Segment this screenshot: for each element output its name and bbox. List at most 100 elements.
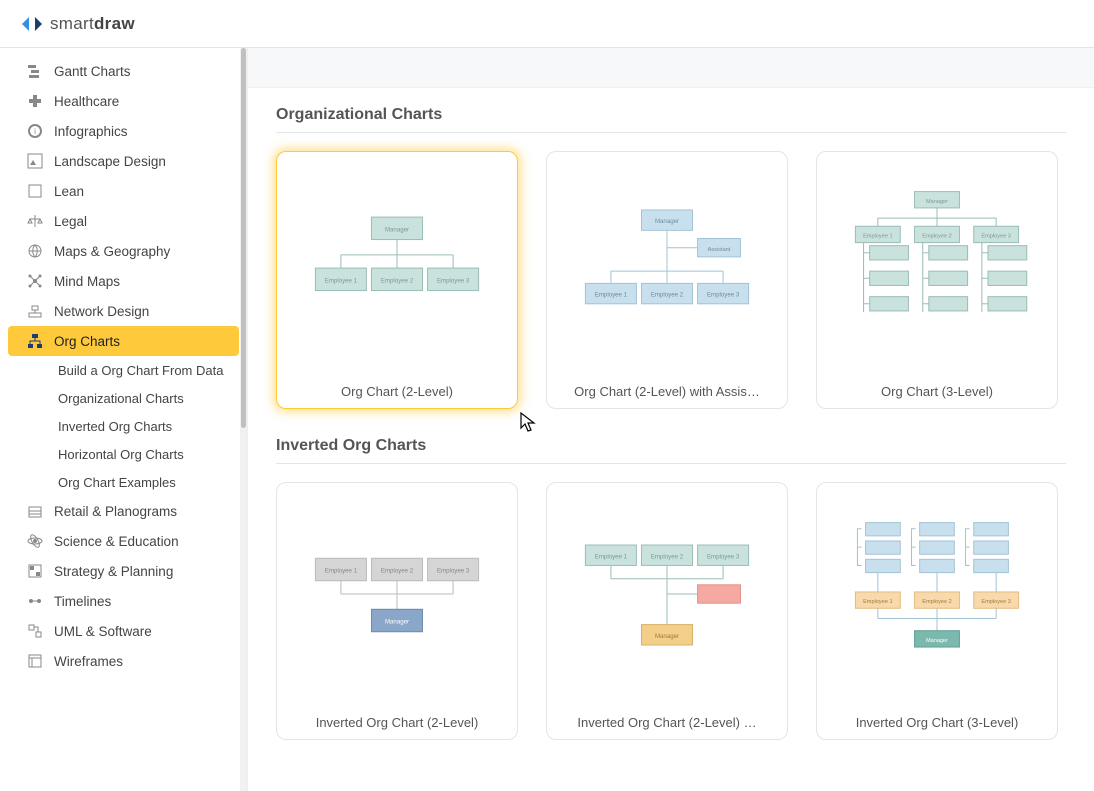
sidebar-item-maps-geography[interactable]: Maps & Geography <box>8 236 239 266</box>
sidebar-item-wireframes[interactable]: Wireframes <box>8 646 239 676</box>
sidebar-item-org-charts[interactable]: Org Charts <box>8 326 239 356</box>
svg-text:Employee 3: Employee 3 <box>437 277 470 284</box>
sidebar-item-label: UML & Software <box>54 624 152 639</box>
template-card-org-2level[interactable]: Manager Employee 1 Employee 2 Employee 3… <box>276 151 518 409</box>
svg-text:Manager: Manager <box>926 638 948 644</box>
healthcare-icon <box>26 92 44 110</box>
template-card-org-2level-assist[interactable]: Manager Assistant Employee 1 Employee 2 … <box>546 151 788 409</box>
science-icon <box>26 532 44 550</box>
svg-text:Manager: Manager <box>926 199 948 205</box>
section-inverted-org-charts: Inverted Org Charts Employee 1 Employee … <box>248 419 1094 750</box>
sidebar-item-lean[interactable]: Lean <box>8 176 239 206</box>
category-sidebar: Gantt Charts Healthcare i Infographics L… <box>0 48 248 791</box>
template-thumbnail: Manager Employee 1 Employee 2 Employee 3 <box>817 152 1057 374</box>
sidebar-item-label: Lean <box>54 184 84 199</box>
svg-text:Manager: Manager <box>655 633 679 640</box>
sidebar-subitem-inverted-org-charts[interactable]: Inverted Org Charts <box>0 412 247 440</box>
svg-text:Employee 3: Employee 3 <box>437 568 470 575</box>
retail-icon <box>26 502 44 520</box>
sidebar-item-label: Landscape Design <box>54 154 166 169</box>
template-label: Inverted Org Chart (3-Level) <box>817 705 1057 739</box>
sidebar-item-strategy-planning[interactable]: Strategy & Planning <box>8 556 239 586</box>
sidebar-item-label: Retail & Planograms <box>54 504 177 519</box>
section-title: Inverted Org Charts <box>276 437 1066 464</box>
template-card-inverted-3level[interactable]: Employee 1 Employee 2 Employee 3 Manager… <box>816 482 1058 740</box>
sidebar-item-science-education[interactable]: Science & Education <box>8 526 239 556</box>
svg-text:Employee 2: Employee 2 <box>651 292 684 299</box>
sidebar-item-label: Mind Maps <box>54 274 120 289</box>
svg-text:Employee 1: Employee 1 <box>325 568 358 575</box>
sidebar-item-mind-maps[interactable]: Mind Maps <box>8 266 239 296</box>
sidebar-subitem-organizational-charts[interactable]: Organizational Charts <box>0 384 247 412</box>
wireframe-icon <box>26 652 44 670</box>
landscape-icon <box>26 152 44 170</box>
network-icon <box>26 302 44 320</box>
section-title: Organizational Charts <box>276 106 1066 133</box>
sidebar-item-healthcare[interactable]: Healthcare <box>8 86 239 116</box>
section-organizational-charts: Organizational Charts Manager Employee 1… <box>248 88 1094 419</box>
sidebar-scrollbar[interactable] <box>240 48 247 791</box>
sidebar-item-legal[interactable]: Legal <box>8 206 239 236</box>
app-logo[interactable]: smartdraw <box>20 12 135 36</box>
svg-text:Employee 1: Employee 1 <box>595 292 628 299</box>
sidebar-item-infographics[interactable]: i Infographics <box>8 116 239 146</box>
svg-text:Employee 2: Employee 2 <box>381 277 414 284</box>
sidebar-item-label: Legal <box>54 214 87 229</box>
infographics-icon: i <box>26 122 44 140</box>
sidebar-item-uml-software[interactable]: UML & Software <box>8 616 239 646</box>
sidebar-subitem-horizontal-org-charts[interactable]: Horizontal Org Charts <box>0 440 247 468</box>
svg-text:Employee 3: Employee 3 <box>707 292 740 299</box>
sidebar-item-label: Timelines <box>54 594 111 609</box>
template-gallery: Organizational Charts Manager Employee 1… <box>248 48 1094 791</box>
template-card-inverted-2level[interactable]: Employee 1 Employee 2 Employee 3 Manager… <box>276 482 518 740</box>
svg-text:Employee 1: Employee 1 <box>325 277 358 284</box>
template-card-org-3level[interactable]: Manager Employee 1 Employee 2 Employee 3 <box>816 151 1058 409</box>
sidebar-scrollbar-thumb[interactable] <box>241 48 246 428</box>
svg-text:Manager: Manager <box>385 619 409 626</box>
sidebar-item-label: Infographics <box>54 124 128 139</box>
svg-text:Employee 1: Employee 1 <box>863 599 893 605</box>
svg-text:Employee 2: Employee 2 <box>922 234 952 240</box>
sidebar-item-network-design[interactable]: Network Design <box>8 296 239 326</box>
sidebar-item-retail-planograms[interactable]: Retail & Planograms <box>8 496 239 526</box>
svg-text:Employee 1: Employee 1 <box>595 553 628 560</box>
sidebar-item-landscape-design[interactable]: Landscape Design <box>8 146 239 176</box>
brand-icon <box>20 12 44 36</box>
gallery-banner <box>248 48 1094 88</box>
svg-text:Manager: Manager <box>385 226 409 233</box>
svg-text:Employee 3: Employee 3 <box>981 599 1011 605</box>
sidebar-item-label: Healthcare <box>54 94 119 109</box>
sidebar-item-label: Maps & Geography <box>54 244 170 259</box>
uml-icon <box>26 622 44 640</box>
svg-text:Assistant: Assistant <box>708 247 731 253</box>
svg-text:Employee 2: Employee 2 <box>922 599 952 605</box>
svg-text:Employee 3: Employee 3 <box>981 234 1011 240</box>
sidebar-item-label: Network Design <box>54 304 149 319</box>
svg-text:Employee 2: Employee 2 <box>381 568 414 575</box>
template-thumbnail: Employee 1 Employee 2 Employee 3 Manager <box>277 483 517 705</box>
sidebar-subitem-org-chart-examples[interactable]: Org Chart Examples <box>0 468 247 496</box>
globe-icon <box>26 242 44 260</box>
template-label: Org Chart (2-Level) <box>277 374 517 408</box>
svg-text:Employee 2: Employee 2 <box>651 553 684 560</box>
template-label: Inverted Org Chart (2-Level) <box>277 705 517 739</box>
sidebar-item-timelines[interactable]: Timelines <box>8 586 239 616</box>
sidebar-subitem-build-from-data[interactable]: Build a Org Chart From Data <box>0 356 247 384</box>
timeline-icon <box>26 592 44 610</box>
sidebar-item-gantt-charts[interactable]: Gantt Charts <box>8 56 239 86</box>
brand-text: smartdraw <box>50 14 135 34</box>
mindmap-icon <box>26 272 44 290</box>
sidebar-item-label: Org Charts <box>54 334 120 349</box>
template-label: Org Chart (3-Level) <box>817 374 1057 408</box>
template-card-inverted-2level-assist[interactable]: Employee 1 Employee 2 Employee 3 Manager… <box>546 482 788 740</box>
svg-text:Manager: Manager <box>655 218 679 225</box>
template-label: Org Chart (2-Level) with Assis… <box>547 374 787 408</box>
template-thumbnail: Manager Assistant Employee 1 Employee 2 … <box>547 152 787 374</box>
sidebar-item-label: Gantt Charts <box>54 64 131 79</box>
lean-icon <box>26 182 44 200</box>
sidebar-item-label: Wireframes <box>54 654 123 669</box>
svg-text:Employee 1: Employee 1 <box>863 234 893 240</box>
template-thumbnail: Manager Employee 1 Employee 2 Employee 3 <box>277 152 517 374</box>
template-label: Inverted Org Chart (2-Level) … <box>547 705 787 739</box>
template-thumbnail: Employee 1 Employee 2 Employee 3 Manager <box>817 483 1057 705</box>
